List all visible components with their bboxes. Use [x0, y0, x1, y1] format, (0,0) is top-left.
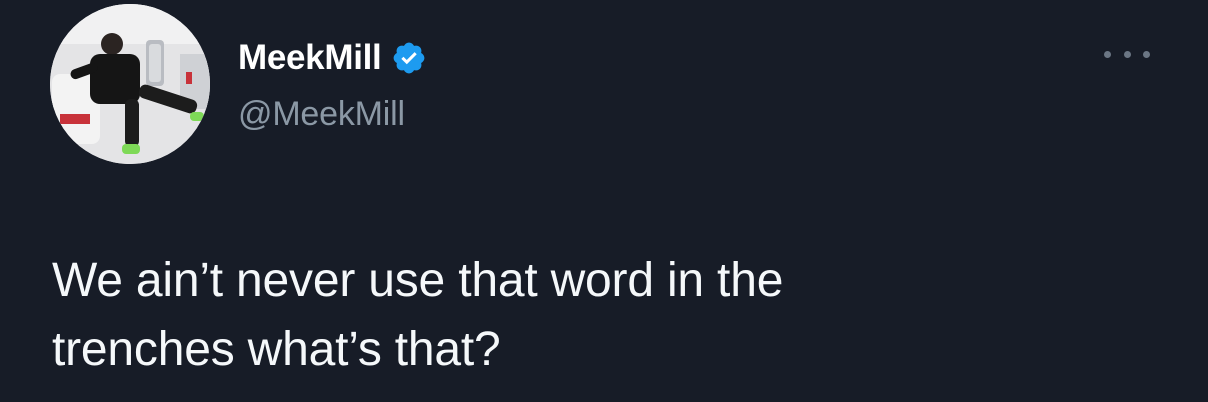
more-options-icon[interactable] — [1104, 44, 1150, 64]
dot — [1104, 50, 1111, 58]
dot — [1143, 50, 1150, 58]
tweet-card: MeekMill @MeekMill We ain’t never use th… — [0, 0, 1208, 402]
author-handle[interactable]: @MeekMill — [238, 95, 405, 134]
tweet-text-line: trenches what’s that? — [52, 323, 501, 376]
verified-badge-icon — [391, 40, 427, 76]
tweet-text-line: We ain’t never use that word in the — [52, 254, 784, 307]
author-name-row: MeekMill — [238, 36, 427, 80]
dot — [1123, 50, 1131, 58]
author-avatar[interactable] — [50, 4, 210, 164]
display-name[interactable]: MeekMill — [238, 38, 382, 78]
profile-photo-icon — [50, 4, 210, 164]
tweet-text: We ain’t never use that word in the tren… — [52, 246, 1152, 384]
